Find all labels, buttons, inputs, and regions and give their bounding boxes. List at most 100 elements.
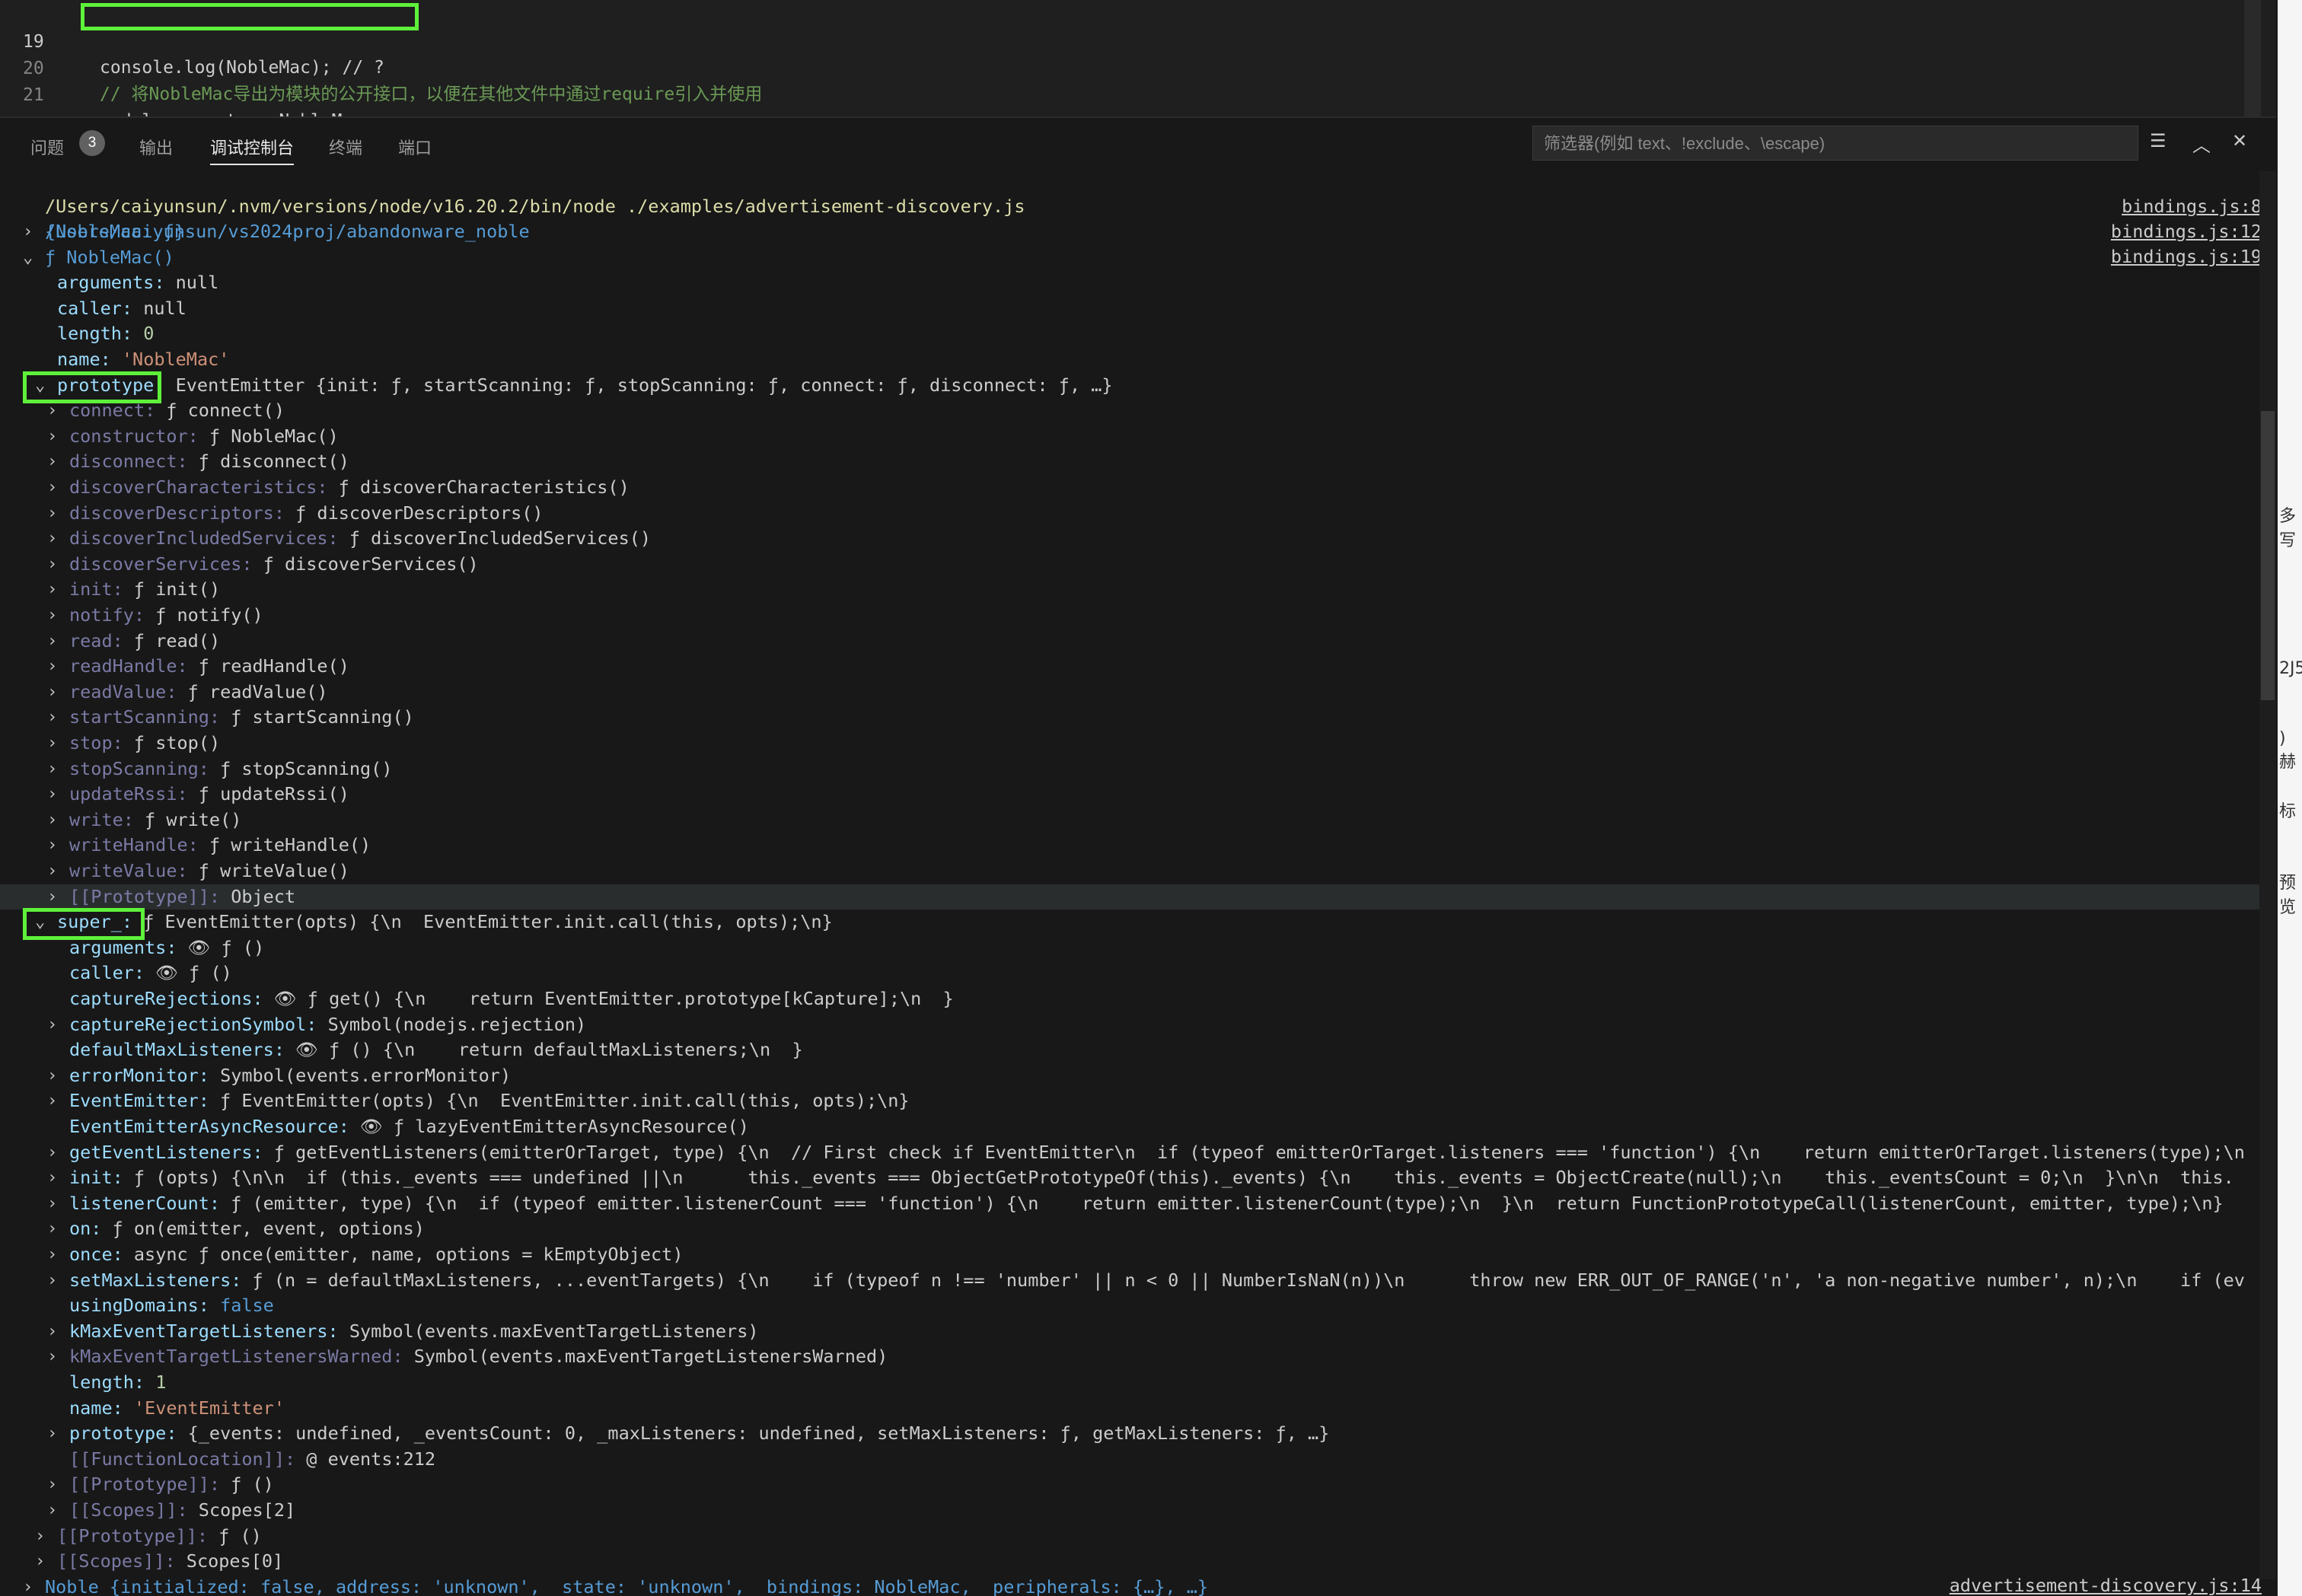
chevron-right-icon[interactable]: › [47,1088,62,1113]
chevron-right-icon[interactable]: › [47,680,62,705]
chevron-right-icon[interactable]: › [23,219,38,244]
console-tree-row[interactable]: › kMaxEventTargetListenersWarned: Symbol(… [0,1344,2276,1369]
chevron-right-icon[interactable]: › [47,833,62,858]
console-tree-row[interactable]: › Noble {initialized: false, address: 'un… [0,1575,2276,1596]
console-tree-row[interactable]: › updateRssi: ƒ updateRssi() [0,782,2276,807]
console-tree-row[interactable]: › disconnect: ƒ disconnect() [0,449,2276,474]
console-tree-row[interactable]: › discoverCharacteristics: ƒ discoverChar… [0,475,2276,500]
chevron-right-icon[interactable]: › [47,1216,62,1241]
chevron-right-icon[interactable]: › [47,526,62,551]
chevron-right-icon[interactable]: › [47,1012,62,1037]
console-tree-row[interactable]: › [[Scopes]]: Scopes[0] [0,1549,2276,1574]
chevron-right-icon[interactable]: › [47,475,62,500]
chevron-right-icon[interactable]: › [47,1472,62,1497]
console-tree-row[interactable]: › writeValue: ƒ writeValue() [0,859,2276,884]
chevron-right-icon[interactable]: › [47,1242,62,1267]
console-tree-row[interactable]: › init: ƒ init() [0,577,2276,602]
close-panel-icon[interactable]: ✕ [2232,130,2247,151]
console-tree-row[interactable]: › read: ƒ read() [0,629,2276,654]
editor-scrollbar[interactable] [2244,0,2261,118]
tab-terminal[interactable]: 终端 [329,135,362,159]
console-tree-row[interactable]: › errorMonitor: Symbol(events.errorMonito… [0,1063,2276,1088]
console-tree-row[interactable]: › constructor: ƒ NobleMac() [0,424,2276,449]
chevron-right-icon[interactable]: › [47,1140,62,1165]
console-tree-row[interactable]: › stopScanning: ƒ stopScanning() [0,757,2276,782]
chevron-right-icon[interactable]: › [47,757,62,782]
console-tree-row[interactable]: › writeHandle: ƒ writeHandle() [0,833,2276,858]
console-tree-row[interactable]: › init: ƒ (opts) {\n\n if (this._events =… [0,1165,2276,1190]
chevron-right-icon[interactable]: › [47,1421,62,1446]
tab-output[interactable]: 输出 [139,135,173,159]
console-tree-row[interactable]: › readValue: ƒ readValue() [0,680,2276,705]
console-tree-row[interactable]: › discoverDescriptors: ƒ discoverDescript… [0,501,2276,526]
chevron-right-icon[interactable]: › [47,705,62,730]
console-tree-row[interactable]: › [[Prototype]]: Object [0,884,2276,909]
chevron-right-icon[interactable]: › [23,1575,38,1596]
tab-debug-console[interactable]: 调试控制台 [210,135,295,165]
chevron-right-icon[interactable]: › [47,424,62,449]
console-tree-row[interactable]: › getEventListeners: ƒ getEventListeners(… [0,1140,2276,1165]
console-tree-row[interactable]: › discoverIncludedServices: ƒ discoverInc… [0,526,2276,551]
console-tree-row[interactable]: › prototype: {_events: undefined, _events… [0,1421,2276,1446]
tab-problems[interactable]: 问题 [30,135,64,159]
console-tree-row[interactable]: › write: ƒ write() [0,808,2276,833]
row-content: updateRssi: ƒ updateRssi() [69,782,349,807]
console-tree-row[interactable]: › once: async ƒ once(emitter, name, optio… [0,1242,2276,1267]
chevron-right-icon[interactable]: › [47,1319,62,1344]
console-tree-row[interactable]: › [[Prototype]]: ƒ () [0,1472,2276,1497]
console-tree-row[interactable]: ⌄ ƒ NobleMac() [0,245,2276,270]
property-value: ƒ getEventListeners(emitterOrTarget, typ… [273,1141,2245,1163]
console-tree-row[interactable]: ⌄ super_: ƒ EventEmitter(opts) {\n EventE… [0,909,2276,935]
chevron-right-icon[interactable]: › [47,552,62,577]
chevron-right-icon[interactable]: › [47,654,62,679]
console-tree-row[interactable]: ⌄ prototype: EventEmitter {init: ƒ, start… [0,373,2276,398]
console-tree-row[interactable]: › startScanning: ƒ startScanning() [0,705,2276,730]
chevron-right-icon[interactable]: › [47,782,62,807]
chevron-right-icon[interactable]: › [47,1063,62,1088]
chevron-right-icon[interactable]: › [47,1165,62,1190]
chevron-right-icon[interactable]: › [47,731,62,756]
editor-line-19[interactable]: 19 console.log(NobleMac); // ? [0,3,384,78]
chevron-right-icon[interactable]: › [47,808,62,833]
chevron-right-icon[interactable]: › [47,449,62,474]
console-tree-row[interactable]: › discoverServices: ƒ discoverServices() [0,552,2276,577]
editor-line-21[interactable]: 21 module.exports = NobleMac; [0,56,374,131]
source-link[interactable]: bindings.js:8 [2122,194,2262,219]
tab-ports[interactable]: 端口 [398,135,432,159]
filter-input[interactable]: 筛选器(例如 text、!exclude、\escape) [1532,126,2138,161]
console-tree-row[interactable]: › stop: ƒ stop() [0,731,2276,756]
clear-console-icon[interactable]: ☰ [2150,130,2166,151]
chevron-right-icon[interactable]: › [47,1268,62,1293]
console-tree-row[interactable]: › EventEmitter: ƒ EventEmitter(opts) {\n … [0,1088,2276,1113]
chevron-right-icon[interactable]: › [47,1498,62,1523]
chevron-down-icon[interactable]: ⌄ [23,245,38,270]
maximize-panel-icon[interactable]: ︿ [2192,130,2211,157]
console-tree-row[interactable]: › connect: ƒ connect() [0,398,2276,423]
chevron-right-icon[interactable]: › [47,884,62,909]
editor-line-20[interactable]: 20 // 将NobleMac导出为模块的公开接口，以便在其他文件中通过requ… [0,30,762,104]
console-tree-row[interactable]: › listenerCount: ƒ (emitter, type) {\n if… [0,1191,2276,1216]
chevron-right-icon[interactable]: › [47,629,62,654]
chevron-right-icon[interactable]: › [47,1344,62,1369]
console-tree-row[interactable]: › on: ƒ on(emitter, event, options) [0,1216,2276,1241]
property-value: null [143,297,187,319]
console-tree-row[interactable]: › [[Prototype]]: ƒ () [0,1524,2276,1549]
console-scrollbar-thumb[interactable] [2261,411,2275,700]
console-tree-row[interactable]: › captureRejectionSymbol: Symbol(nodejs.r… [0,1012,2276,1037]
property-value: ƒ updateRssi() [198,783,349,805]
chevron-right-icon[interactable]: › [35,1524,50,1549]
chevron-right-icon[interactable]: › [35,1549,50,1574]
console-scrollbar[interactable] [2259,171,2276,1579]
console-tree-row[interactable]: › kMaxEventTargetListeners: Symbol(events… [0,1319,2276,1344]
console-tree-row[interactable]: › notify: ƒ notify() [0,603,2276,628]
chevron-right-icon[interactable]: › [47,603,62,628]
console-tree-row[interactable]: › readHandle: ƒ readHandle() [0,654,2276,679]
debug-console-output[interactable]: /Users/caiyunsun/.nvm/versions/node/v16.… [0,169,2276,1596]
chevron-right-icon[interactable]: › [47,577,62,602]
chevron-right-icon[interactable]: › [47,501,62,526]
chevron-right-icon[interactable]: › [47,859,62,884]
console-tree-row[interactable]: › [[Scopes]]: Scopes[2] [0,1498,2276,1523]
console-tree-row[interactable]: › {NobleMac: ƒ} [0,219,2276,244]
chevron-right-icon[interactable]: › [47,1191,62,1216]
console-tree-row[interactable]: › setMaxListeners: ƒ (n = defaultMaxListe… [0,1268,2276,1293]
